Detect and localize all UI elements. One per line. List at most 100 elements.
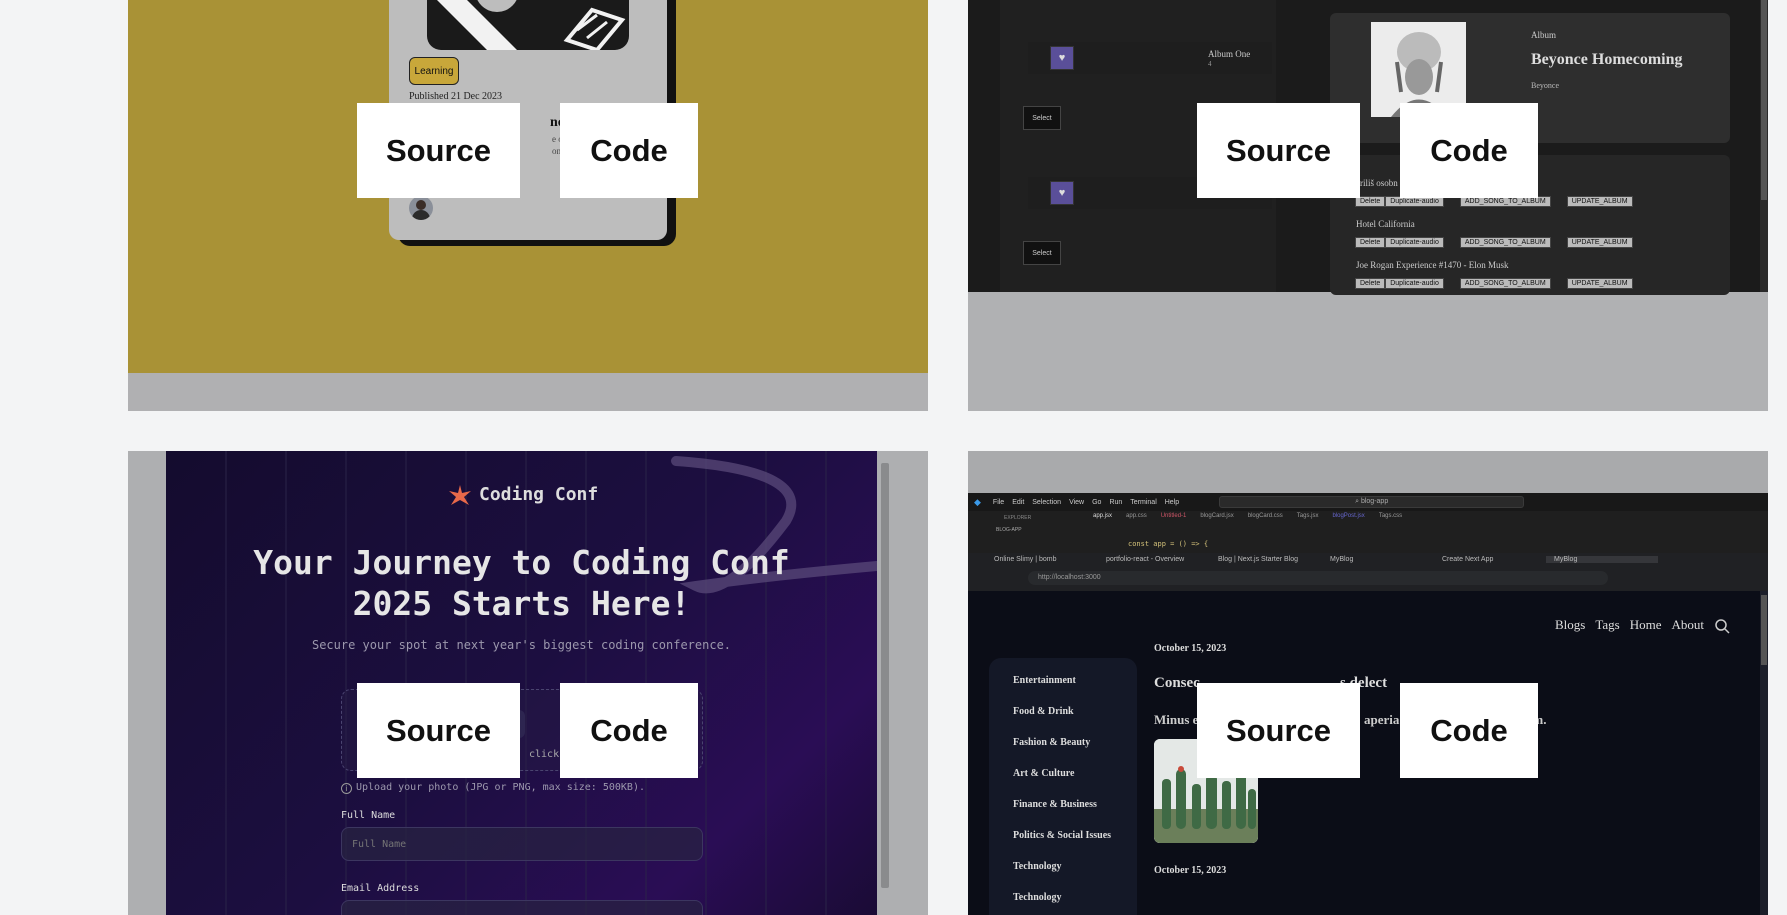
vscode-tab[interactable]: blogCard.css — [1248, 513, 1283, 519]
search-icon[interactable] — [1714, 618, 1730, 634]
vscode-tab[interactable]: Untitled-1 — [1161, 513, 1187, 519]
duplicate-audio-button[interactable]: Duplicate-audio — [1385, 237, 1444, 248]
post-date: October 15, 2023 — [1154, 643, 1227, 654]
song-title: Hotel California — [1356, 219, 1415, 229]
full-name-field[interactable] — [341, 827, 703, 861]
song-title: eriliš osobn — [1356, 178, 1398, 188]
album-title: Beyonce Homecoming — [1531, 51, 1683, 68]
menu-run[interactable]: Run — [1109, 499, 1122, 506]
category-item[interactable]: Food & Drink — [1013, 706, 1074, 717]
info-icon: i — [341, 783, 352, 794]
album-one-title: Album One — [1208, 49, 1251, 59]
category-item[interactable]: Fashion & Beauty — [1013, 737, 1090, 748]
delete-button[interactable]: Delete — [1355, 237, 1386, 248]
category-item[interactable]: Finance & Business — [1013, 799, 1097, 810]
browser-tab[interactable]: Online Slimy | bomb — [986, 556, 1098, 563]
album-label: Album — [1531, 30, 1557, 40]
update-album-button[interactable]: UPDATE_ALBUM — [1566, 278, 1633, 289]
nav-blogs[interactable]: Blogs — [1555, 617, 1585, 633]
vscode-tab[interactable]: blogPost.jsx — [1332, 513, 1364, 519]
author-avatar — [409, 196, 433, 220]
scrollbar[interactable] — [1760, 0, 1768, 292]
vscode-tab[interactable]: app.css — [1126, 513, 1147, 519]
conf-heading-1: Your Journey to Coding Conf — [253, 543, 790, 582]
vscode-tab[interactable]: blogCard.jsx — [1200, 513, 1233, 519]
tag-label: Learning — [414, 65, 454, 77]
album-artist: Beyonce — [1531, 81, 1559, 90]
nav-tags[interactable]: Tags — [1595, 617, 1619, 633]
conf-preview: Coding Conf Your Journey to Coding Conf … — [166, 451, 877, 915]
select-button-1[interactable]: Select — [1023, 106, 1061, 130]
email-field[interactable] — [341, 900, 703, 915]
vscode-titlebar: ◆ File Edit Selection View Go Run Termin… — [968, 493, 1768, 511]
post-date: October 15, 2023 — [1154, 865, 1227, 876]
full-name-label: Full Name — [341, 810, 396, 821]
source-button[interactable]: Source — [357, 683, 520, 778]
song-title: Joe Rogan Experience #1470 - Elon Musk — [1356, 260, 1509, 270]
menu-terminal[interactable]: Terminal — [1130, 499, 1156, 506]
update-album-button[interactable]: UPDATE_ALBUM — [1566, 196, 1633, 207]
browser-window: Online Slimy | bomb portfolio-react - Ov… — [968, 553, 1768, 591]
category-item[interactable]: Entertainment — [1013, 675, 1076, 686]
category-item[interactable]: Technology — [1013, 892, 1062, 903]
address-bar[interactable]: http://localhost:3000 — [1028, 571, 1608, 585]
browser-tab[interactable]: MyBlog — [1546, 556, 1658, 563]
vscode-logo-icon: ◆ — [974, 496, 981, 507]
delete-button[interactable]: Delete — [1355, 278, 1386, 289]
browser-tab[interactable]: portfolio-react - Overview — [1098, 556, 1210, 563]
add-song-to-album-button[interactable]: ADD_SONG_TO_ALBUM — [1459, 278, 1551, 289]
nav-home[interactable]: Home — [1630, 617, 1662, 633]
category-item[interactable]: Politics & Social Issues — [1013, 830, 1111, 841]
category-item[interactable]: Technology — [1013, 861, 1062, 872]
vscode-command-search[interactable]: ⌕ blog-app — [1219, 496, 1525, 508]
category-item[interactable]: Art & Culture — [1013, 768, 1074, 779]
update-album-button[interactable]: UPDATE_ALBUM — [1566, 237, 1633, 248]
menu-edit[interactable]: Edit — [1012, 499, 1024, 506]
post-subtitle-mid: aperia — [1364, 712, 1400, 727]
post-title-left[interactable]: Consec — [1154, 675, 1200, 692]
duplicate-audio-button[interactable]: Duplicate-audio — [1385, 278, 1444, 289]
vscode-tab[interactable]: Tags.css — [1379, 513, 1402, 519]
vscode-tabs: app.jsx app.css Untitled-1 blogCard.jsx … — [1093, 513, 1402, 519]
vscode-tab[interactable]: app.jsx — [1093, 513, 1112, 519]
post-subtitle-left: Minus e — [1154, 712, 1199, 727]
menu-help[interactable]: Help — [1165, 499, 1179, 506]
add-song-to-album-button[interactable]: ADD_SONG_TO_ALBUM — [1459, 237, 1551, 248]
code-button[interactable]: Code — [560, 683, 698, 778]
url-text: http://localhost:3000 — [1038, 574, 1101, 581]
heart-icon[interactable]: ♥ — [1050, 181, 1074, 205]
project-card-coding-conf: Coding Conf Your Journey to Coding Conf … — [128, 451, 928, 915]
scrollbar[interactable] — [877, 451, 928, 915]
source-button[interactable]: Source — [1197, 683, 1360, 778]
project-label: BLOG-APP — [996, 527, 1022, 533]
vscode-tab[interactable]: Tags.jsx — [1297, 513, 1319, 519]
vscode-window: ◆ File Edit Selection View Go Run Termin… — [968, 493, 1768, 553]
code-button[interactable]: Code — [1400, 103, 1538, 198]
code-line: const app = () => { — [1128, 540, 1209, 548]
menu-go[interactable]: Go — [1092, 499, 1101, 506]
code-button[interactable]: Code — [560, 103, 698, 198]
tag-badge[interactable]: Learning — [409, 57, 459, 85]
email-label: Email Address — [341, 883, 420, 894]
select-button-2[interactable]: Select — [1023, 241, 1061, 265]
conf-logo-icon — [449, 485, 471, 507]
song-actions-row: Delete Duplicate-audio ADD_SONG_TO_ALBUM… — [1355, 278, 1633, 289]
browser-tab[interactable]: MyBlog — [1322, 556, 1434, 563]
menu-file[interactable]: File — [993, 499, 1004, 506]
browser-tab[interactable]: Create Next App — [1434, 556, 1546, 563]
nav-about[interactable]: About — [1672, 617, 1705, 633]
upload-click-text: click — [529, 749, 560, 760]
album-row-1: ♥ Album One 4 — [1028, 42, 1272, 74]
source-button[interactable]: Source — [1197, 103, 1360, 198]
heart-icon[interactable]: ♥ — [1050, 46, 1074, 70]
code-button[interactable]: Code — [1400, 683, 1538, 778]
menu-view[interactable]: View — [1069, 499, 1084, 506]
category-sidebar: Entertainment Food & Drink Fashion & Bea… — [989, 658, 1137, 915]
menu-selection[interactable]: Selection — [1032, 499, 1061, 506]
album-one-count: 4 — [1208, 60, 1212, 68]
conf-subtitle: Secure your spot at next year's biggest … — [311, 638, 732, 652]
browser-tab[interactable]: Blog | Next.js Starter Blog — [1210, 556, 1322, 563]
source-button[interactable]: Source — [357, 103, 520, 198]
explorer-label: EXPLORER — [1004, 515, 1032, 521]
scrollbar[interactable] — [1760, 591, 1768, 915]
